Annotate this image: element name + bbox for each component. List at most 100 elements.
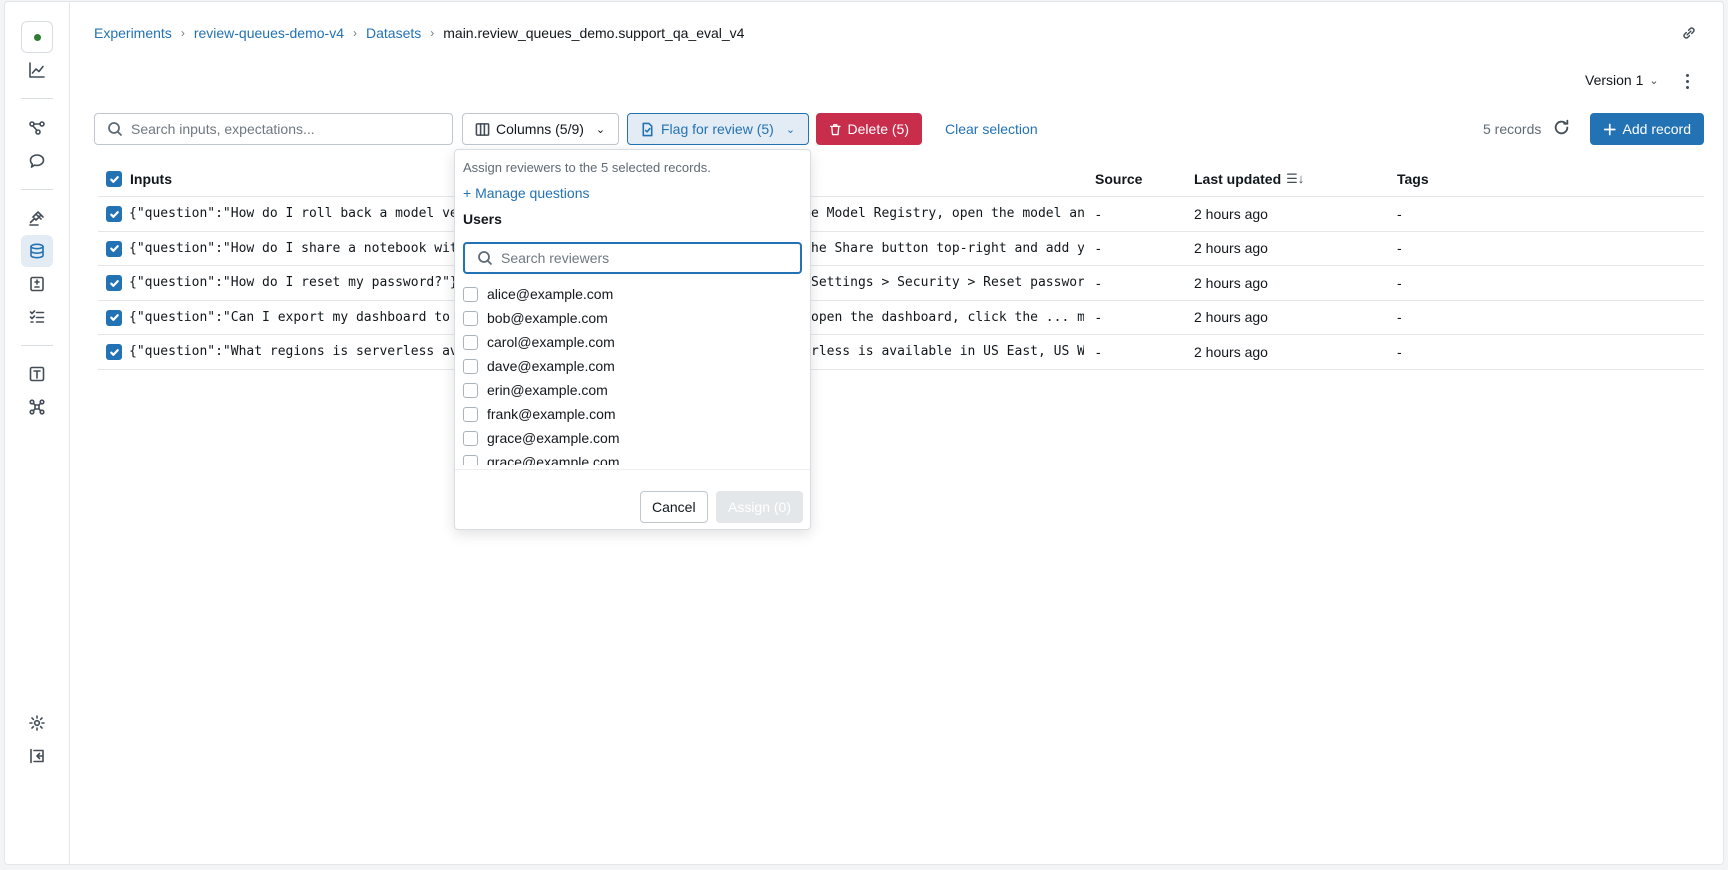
reviewer-email: dave@example.com bbox=[487, 358, 615, 374]
breadcrumb-current: main.review_queues_demo.support_qa_eval_… bbox=[443, 25, 745, 41]
reviewer-option[interactable]: erin@example.com bbox=[463, 378, 803, 402]
link-icon[interactable] bbox=[1680, 24, 1700, 44]
records-table: Inputs Source Last updated ☰↓ Tags {"que… bbox=[98, 162, 1704, 370]
cell-inputs: {"question":"Can I export my dashboard t… bbox=[129, 309, 454, 325]
last-updated-label: Last updated bbox=[1194, 171, 1282, 187]
reviewer-option[interactable]: dave@example.com bbox=[463, 354, 803, 378]
table-row[interactable]: {"question":"Can I export my dashboard t… bbox=[98, 301, 1704, 335]
add-record-label: Add record bbox=[1622, 121, 1691, 137]
chat-icon[interactable] bbox=[21, 145, 53, 177]
search-field[interactable] bbox=[94, 113, 453, 145]
assign-button[interactable]: Assign (0) bbox=[716, 491, 803, 523]
checklist-icon[interactable] bbox=[21, 301, 53, 333]
search-input[interactable] bbox=[131, 121, 431, 137]
sidebar-divider bbox=[21, 98, 53, 99]
reviewer-checkbox[interactable] bbox=[463, 454, 478, 465]
manage-questions-link[interactable]: + Manage questions bbox=[463, 185, 589, 201]
sidebar-divider bbox=[21, 189, 53, 190]
sort-desc-icon[interactable]: ☰↓ bbox=[1286, 171, 1304, 187]
users-heading: Users bbox=[463, 211, 502, 227]
table-row[interactable]: {"question":"How do I roll back a model … bbox=[98, 197, 1704, 232]
refresh-icon[interactable] bbox=[1553, 119, 1573, 139]
datasets-icon[interactable] bbox=[21, 235, 53, 267]
table-row[interactable]: {"question":"How do I share a notebook w… bbox=[98, 232, 1704, 266]
settings-icon[interactable] bbox=[21, 707, 53, 739]
cell-source: - bbox=[1096, 343, 1101, 360]
cell-tags: - bbox=[1397, 343, 1402, 360]
add-record-button[interactable]: Add record bbox=[1590, 113, 1704, 145]
cell-last-updated: 2 hours ago bbox=[1194, 205, 1268, 222]
row-checkbox[interactable] bbox=[106, 275, 122, 291]
reviewer-option[interactable]: bob@example.com bbox=[463, 306, 803, 330]
clear-selection-button[interactable]: Clear selection bbox=[935, 113, 1048, 145]
app-frame: Experiments › review-queues-demo-v4 › Da… bbox=[4, 1, 1724, 865]
cell-tags: - bbox=[1397, 309, 1402, 326]
cell-inputs: {"question":"What regions is serverless … bbox=[129, 344, 454, 360]
row-checkbox[interactable] bbox=[106, 240, 122, 257]
table-row[interactable]: {"question":"What regions is serverless … bbox=[98, 335, 1704, 370]
cell-source: - bbox=[1096, 309, 1101, 326]
reviewer-option[interactable]: frank@example.com bbox=[463, 402, 803, 426]
column-header-tags[interactable]: Tags bbox=[1397, 162, 1429, 196]
reviewer-checkbox[interactable] bbox=[463, 430, 478, 446]
column-header-inputs[interactable]: Inputs bbox=[130, 162, 172, 196]
collapse-sidebar-icon[interactable] bbox=[21, 740, 53, 772]
cell-tags: - bbox=[1397, 205, 1402, 222]
version-label: Version 1 bbox=[1585, 72, 1644, 88]
chart-icon[interactable] bbox=[21, 54, 53, 86]
cell-inputs: {"question":"How do I reset my password?… bbox=[129, 275, 454, 291]
delete-button[interactable]: Delete (5) bbox=[816, 113, 922, 145]
prompts-icon[interactable] bbox=[21, 358, 53, 390]
cell-source: - bbox=[1096, 274, 1101, 291]
reviewer-option[interactable]: carol@example.com bbox=[463, 330, 803, 354]
column-header-last-updated[interactable]: Last updated ☰↓ bbox=[1194, 162, 1304, 196]
reviewer-option[interactable]: grace@example.com bbox=[463, 426, 803, 450]
breadcrumb-separator: › bbox=[353, 26, 357, 40]
reviewer-search-field[interactable] bbox=[463, 242, 802, 274]
kebab-menu-icon[interactable] bbox=[1677, 70, 1697, 92]
reviewer-email: grace@example.com bbox=[487, 430, 620, 446]
assign-hint: Assign reviewers to the 5 selected recor… bbox=[463, 160, 711, 175]
cell-tags: - bbox=[1397, 274, 1402, 291]
judge-icon[interactable] bbox=[21, 202, 53, 234]
cell-outputs: e Model Registry, open the model and… bbox=[811, 206, 1084, 222]
version-select[interactable]: Version 1 ⌄ bbox=[1585, 72, 1659, 88]
select-all-checkbox[interactable] bbox=[106, 171, 122, 187]
breadcrumb-experiments[interactable]: Experiments bbox=[94, 25, 172, 41]
search-icon bbox=[108, 122, 123, 137]
row-checkbox[interactable] bbox=[106, 309, 122, 326]
column-header-source[interactable]: Source bbox=[1095, 162, 1142, 196]
chevron-down-icon: ⌄ bbox=[1649, 74, 1659, 87]
reviewer-option[interactable]: grace@example.com bbox=[463, 450, 803, 465]
cancel-button[interactable]: Cancel bbox=[640, 491, 708, 523]
home-logo[interactable] bbox=[21, 21, 53, 53]
breadcrumb-experiment[interactable]: review-queues-demo-v4 bbox=[194, 25, 344, 41]
reviewer-checkbox[interactable] bbox=[463, 334, 478, 350]
traces-icon[interactable] bbox=[21, 112, 53, 144]
reviewer-checkbox[interactable] bbox=[463, 358, 478, 374]
reviewer-email: bob@example.com bbox=[487, 310, 608, 326]
breadcrumb-datasets[interactable]: Datasets bbox=[366, 25, 421, 41]
agents-icon[interactable] bbox=[21, 391, 53, 423]
reviewer-checkbox[interactable] bbox=[463, 406, 478, 422]
reviewer-checkbox[interactable] bbox=[463, 382, 478, 398]
flag-for-review-button[interactable]: Flag for review (5) ⌄ bbox=[627, 113, 809, 145]
columns-button[interactable]: Columns (5/9) ⌄ bbox=[462, 113, 619, 145]
row-checkbox[interactable] bbox=[106, 206, 122, 222]
reviewer-list: alice@example.com bob@example.com carol@ex… bbox=[463, 282, 803, 465]
reviewer-email: carol@example.com bbox=[487, 334, 615, 350]
reviewer-checkbox[interactable] bbox=[463, 286, 478, 302]
flag-review-popover: Assign reviewers to the 5 selected recor… bbox=[454, 149, 811, 530]
reviewer-search-input[interactable] bbox=[501, 250, 781, 266]
delete-label: Delete (5) bbox=[847, 121, 909, 137]
reviewer-option[interactable]: alice@example.com bbox=[463, 282, 803, 306]
row-checkbox[interactable] bbox=[106, 344, 122, 360]
sidebar-divider bbox=[21, 345, 53, 346]
table-row[interactable]: {"question":"How do I reset my password?… bbox=[98, 266, 1704, 301]
reviewer-checkbox[interactable] bbox=[463, 310, 478, 326]
sidebar bbox=[5, 2, 70, 864]
chevron-down-icon: ⌄ bbox=[595, 123, 606, 136]
search-icon bbox=[478, 251, 493, 266]
cell-source: - bbox=[1096, 205, 1101, 222]
evaluation-icon[interactable] bbox=[21, 268, 53, 300]
